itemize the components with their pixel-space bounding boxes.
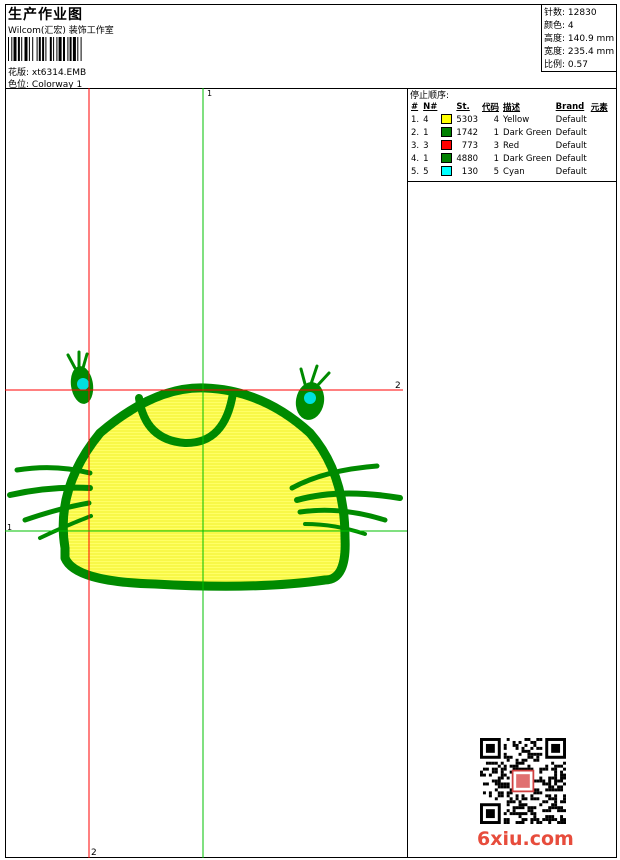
row-stitches: 5303	[456, 114, 479, 125]
color-swatch	[441, 153, 453, 164]
stat-colors: 颜色: 4	[544, 21, 574, 31]
table-row: 5. 5 130 5 Cyan Default	[409, 165, 610, 178]
row-stitches: 130	[461, 166, 479, 177]
barcode	[8, 37, 82, 61]
row-needle: 3	[423, 140, 429, 151]
row-needle: 1	[423, 127, 429, 138]
row-description: Dark Green	[503, 127, 552, 138]
row-code: 4	[493, 114, 500, 125]
color-swatch	[441, 166, 453, 177]
site-logo: 6xiu.com	[477, 828, 574, 850]
row-index: 1.	[411, 114, 420, 125]
col-code: 代码	[482, 102, 500, 113]
row-element	[589, 152, 610, 165]
row-swatch	[439, 113, 454, 126]
row-code: 1	[493, 127, 500, 138]
stat-height: 高度: 140.9 mm	[544, 34, 615, 44]
row-brand: Default	[555, 114, 587, 125]
row-index: 4.	[411, 153, 420, 164]
col-stitches: St.	[456, 101, 470, 112]
row-swatch	[439, 126, 454, 139]
guide-label-right: 2	[395, 381, 401, 391]
guide-label-top: 1	[207, 89, 212, 98]
embroidery-design: 1 2 1 2	[5, 88, 407, 858]
col-description: 描述	[503, 102, 521, 113]
right-eye	[295, 364, 331, 420]
row-brand: Default	[555, 166, 587, 177]
col-index: #	[411, 101, 419, 112]
guide-label-bottom: 2	[91, 848, 97, 858]
design-canvas: 1 2 1 2	[5, 88, 408, 858]
row-element	[589, 113, 610, 126]
stat-stitches: 针数: 12830	[544, 8, 597, 18]
row-code: 1	[493, 153, 500, 164]
row-swatch	[439, 139, 454, 152]
stat-scale: 比例: 0.57	[544, 60, 588, 70]
row-element	[589, 165, 610, 178]
row-brand: Default	[555, 127, 587, 138]
row-code: 5	[493, 166, 500, 177]
row-brand: Default	[555, 140, 587, 151]
company-name: Wilcom(汇宏) 装饰工作室	[8, 26, 114, 36]
row-needle: 4	[423, 114, 429, 125]
row-stitches: 773	[461, 140, 479, 151]
row-index: 5.	[411, 166, 420, 177]
row-description: Cyan	[503, 166, 525, 177]
row-code: 3	[493, 140, 500, 151]
guide-label-left: 1	[7, 523, 12, 532]
qr-code	[480, 738, 566, 824]
row-element	[589, 139, 610, 152]
row-description: Dark Green	[503, 153, 552, 164]
table-row: 1. 4 5303 4 Yellow Default	[409, 113, 610, 126]
table-row: 4. 1 4880 1 Dark Green Default	[409, 152, 610, 165]
row-swatch	[439, 165, 454, 178]
page-title: 生产作业图	[8, 7, 83, 23]
color-swatch	[441, 114, 453, 125]
col-element: 元素	[590, 102, 608, 113]
row-stitches: 4880	[456, 153, 479, 164]
color-table: # N# St. 代码 描述 Brand 元素 1. 4 5303 4 Yellow De…	[409, 100, 610, 178]
col-needle: N#	[423, 101, 438, 112]
panel-divider	[408, 181, 617, 182]
row-index: 3.	[411, 140, 420, 151]
stat-width: 宽度: 235.4 mm	[544, 47, 615, 57]
header: 生产作业图 Wilcom(汇宏) 装饰工作室 花版: xt6314.EMB 色位…	[5, 4, 617, 90]
row-description: Yellow	[503, 114, 530, 125]
table-row: 3. 3 773 3 Red Default	[409, 139, 610, 152]
row-needle: 1	[423, 153, 429, 164]
col-swatch	[439, 100, 454, 113]
row-index: 2.	[411, 127, 420, 138]
color-table-header: # N# St. 代码 描述 Brand 元素	[409, 100, 610, 113]
row-element	[589, 126, 610, 139]
row-stitches: 1742	[456, 127, 479, 138]
row-needle: 5	[423, 166, 429, 177]
left-eye	[66, 350, 94, 404]
color-swatch	[441, 140, 453, 151]
color-swatch	[441, 127, 453, 138]
stats-box: 针数: 12830 颜色: 4 高度: 140.9 mm 宽度: 235.4 m…	[541, 4, 617, 72]
row-swatch	[439, 152, 454, 165]
row-description: Red	[503, 140, 520, 151]
col-brand: Brand	[555, 101, 585, 112]
table-row: 2. 1 1742 1 Dark Green Default	[409, 126, 610, 139]
row-brand: Default	[555, 153, 587, 164]
